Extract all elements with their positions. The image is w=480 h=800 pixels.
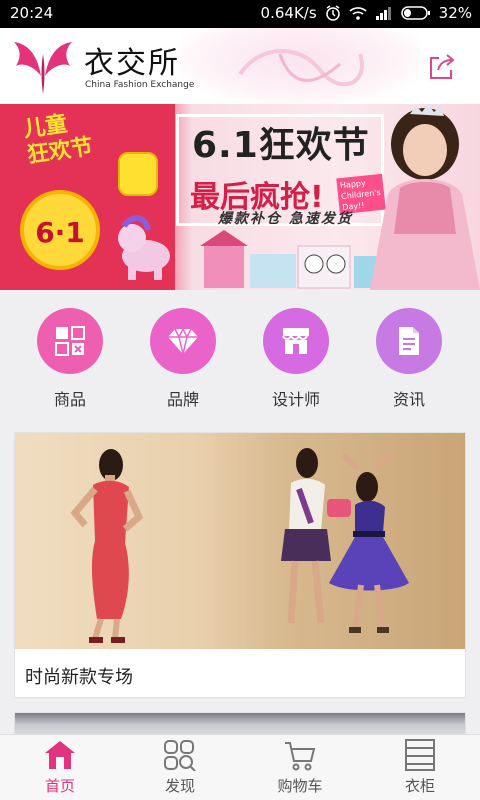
date-mark: 6·1 — [35, 216, 85, 249]
nav-home-label: 首页 — [44, 777, 75, 795]
category-brand-circle — [150, 308, 216, 374]
category-designer[interactable]: 设计师 — [251, 308, 341, 410]
nav-cart-label: 购物车 — [277, 777, 323, 795]
battery-icon — [400, 6, 431, 20]
nav-home[interactable]: 首页 — [0, 739, 120, 799]
toys-image — [190, 226, 390, 289]
wardrobe-icon — [405, 739, 435, 771]
signal-icon — [375, 6, 393, 20]
category-news[interactable]: 资讯 — [364, 308, 454, 410]
fashion-models-image — [15, 433, 465, 649]
alarm-icon — [325, 5, 341, 21]
logo-icon — [12, 36, 74, 100]
battery-percent: 32% — [438, 4, 472, 22]
category-brand[interactable]: 品牌 — [138, 308, 228, 410]
document-icon — [399, 327, 419, 355]
nav-wardrobe-label: 衣柜 — [404, 777, 435, 795]
status-time: 20:24 — [10, 4, 54, 22]
category-row: 商品 品牌 设计师 资讯 — [0, 290, 480, 418]
grid-icon — [55, 326, 85, 356]
toy-robot-image — [118, 152, 158, 196]
category-brand-label: 品牌 — [166, 390, 199, 409]
category-goods-circle — [37, 308, 103, 374]
share-icon — [430, 54, 455, 79]
header-decoration — [180, 28, 420, 104]
feature-card[interactable]: 时尚新款专场 — [14, 432, 466, 698]
app-header: 衣交所 China Fashion Exchange — [0, 28, 480, 104]
promo-banner[interactable]: 儿童 狂欢节 6·1 6.1狂欢节 最后疯抢! Happy Children's… — [0, 104, 480, 290]
home-icon — [45, 741, 75, 769]
nav-wardrobe[interactable]: 衣柜 — [360, 739, 480, 799]
toy-pony-image — [110, 212, 180, 286]
app-name-en: China Fashion Exchange — [85, 80, 195, 90]
category-news-circle — [376, 308, 442, 374]
banner-badge: 儿童 狂欢节 — [22, 107, 110, 182]
nav-cart[interactable]: 购物车 — [240, 739, 360, 799]
bottom-nav: 首页 发现 购物车 衣柜 — [0, 734, 480, 800]
category-goods[interactable]: 商品 — [25, 308, 115, 410]
child-model-image — [370, 104, 480, 290]
nav-discover[interactable]: 发现 — [120, 739, 240, 799]
network-speed: 0.64K/s — [260, 4, 317, 22]
diamond-icon — [168, 327, 198, 355]
wifi-icon — [349, 6, 367, 20]
category-designer-circle — [263, 308, 329, 374]
card-caption: 时尚新款专场 — [25, 667, 133, 688]
banner-slogan: 爆款补仓 急速发货 — [218, 211, 353, 227]
status-right: 0.64K/s 32% — [261, 4, 472, 22]
category-goods-label: 商品 — [53, 390, 86, 409]
status-bar: 20:24 0.64K/s 32% — [0, 0, 480, 28]
discover-icon — [164, 740, 196, 771]
category-news-label: 资讯 — [392, 390, 425, 409]
cart-icon — [285, 742, 316, 771]
share-button[interactable] — [426, 50, 458, 82]
date-badge: 6·1 — [20, 190, 100, 270]
app-name: 衣交所 — [84, 46, 180, 81]
category-designer-label: 设计师 — [271, 390, 320, 409]
banner-title: 6.1狂欢节 — [192, 125, 370, 166]
shop-icon — [282, 328, 309, 354]
nav-discover-label: 发现 — [164, 777, 195, 795]
